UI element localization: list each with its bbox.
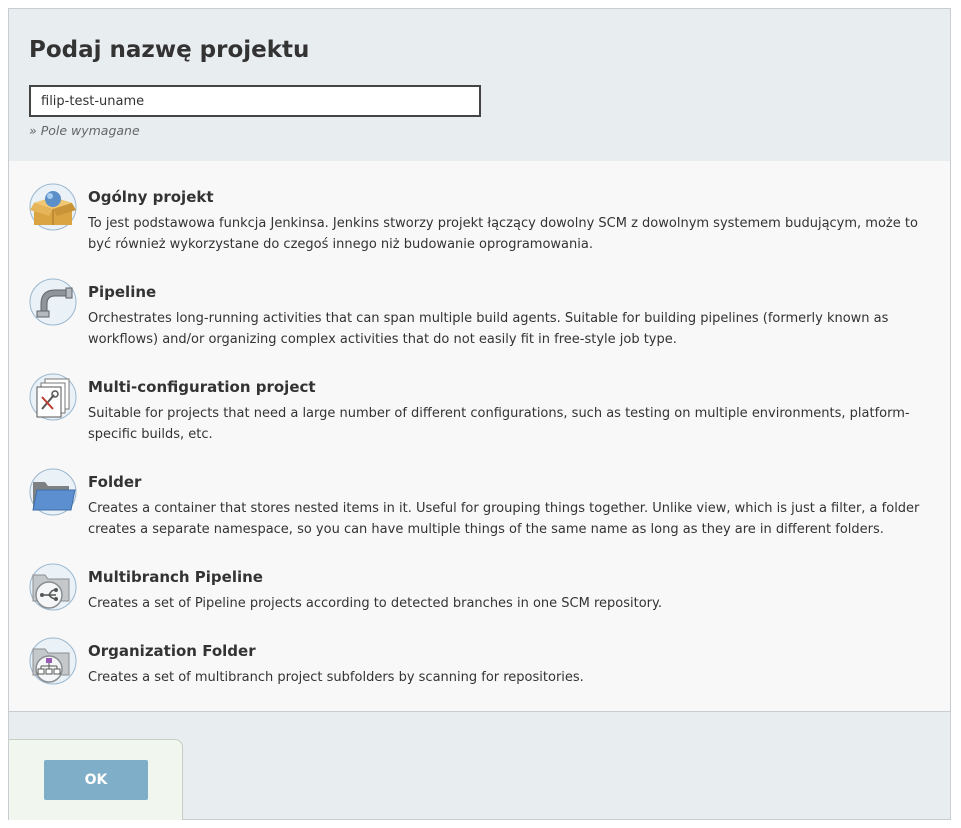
item-title: Organization Folder [88,642,256,660]
item-type-pipeline[interactable]: Pipeline Orchestrates long-running activ… [9,278,950,358]
item-type-multi-configuration[interactable]: Multi-configuration project Suitable for… [9,373,950,453]
item-name-section: Podaj nazwę projektu » Pole wymagane [9,9,950,162]
freestyle-project-icon [29,183,77,231]
page-title: Podaj nazwę projektu [29,37,310,63]
item-description: Creates a set of multibranch project sub… [88,670,584,685]
item-description: Creates a container that stores nested i… [88,501,920,537]
pipeline-icon [29,278,77,326]
item-title: Ogólny projekt [88,188,214,206]
footer-actions: OK [9,739,183,820]
folder-icon [29,468,77,516]
item-title: Multi-configuration project [88,378,316,396]
multibranch-pipeline-icon [29,563,77,611]
item-title: Pipeline [88,283,157,301]
item-description: Suitable for projects that need a large … [88,406,910,442]
item-title: Folder [88,473,142,491]
new-item-panel: Podaj nazwę projektu » Pole wymagane Ogó… [8,8,951,820]
item-title: Multibranch Pipeline [88,568,263,586]
item-name-input[interactable] [29,85,481,117]
item-description: Orchestrates long-running activities tha… [88,311,889,347]
item-type-list: Ogólny projekt To jest podstawowa funkcj… [9,161,950,712]
item-type-freestyle[interactable]: Ogólny projekt To jest podstawowa funkcj… [9,183,950,263]
ok-button[interactable]: OK [44,760,148,800]
required-field-note: » Pole wymagane [29,123,140,138]
item-type-multibranch-pipeline[interactable]: Multibranch Pipeline Creates a set of Pi… [9,563,950,623]
item-description: Creates a set of Pipeline projects accor… [88,596,662,611]
organization-folder-icon [29,637,77,685]
item-type-organization-folder[interactable]: Organization Folder Creates a set of mul… [9,637,950,697]
item-type-folder[interactable]: Folder Creates a container that stores n… [9,468,950,548]
multi-configuration-icon [29,373,77,421]
item-description: To jest podstawowa funkcja Jenkinsa. Jen… [88,216,918,252]
